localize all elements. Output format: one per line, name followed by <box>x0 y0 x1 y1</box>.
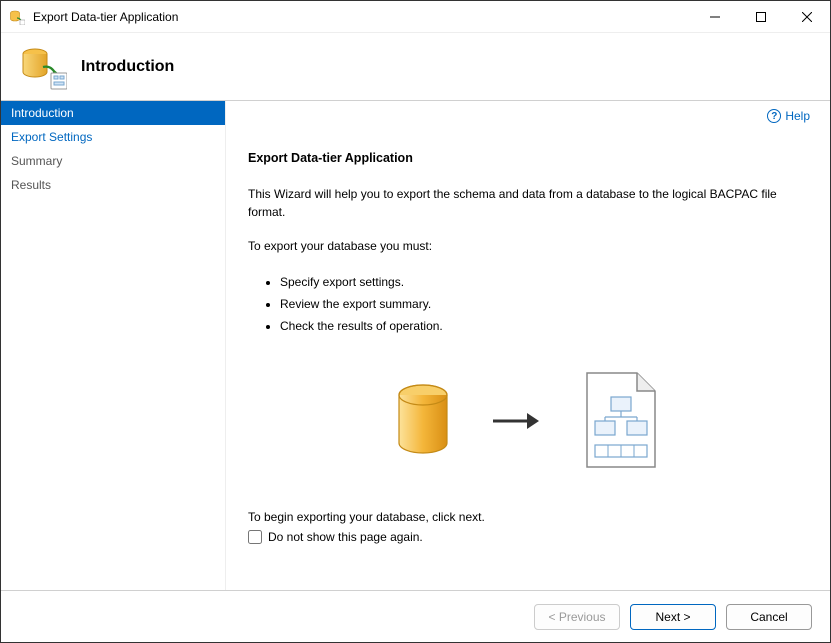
minimize-button[interactable] <box>692 1 738 33</box>
dont-show-again-checkbox[interactable] <box>248 530 262 544</box>
cancel-button[interactable]: Cancel <box>726 604 812 630</box>
header-icon <box>19 43 67 91</box>
illustration <box>248 371 808 474</box>
window-controls <box>692 1 830 33</box>
page-title: Introduction <box>81 58 174 76</box>
content-heading: Export Data-tier Application <box>248 151 808 165</box>
wizard-header: Introduction <box>1 33 830 101</box>
previous-button: < Previous <box>534 604 620 630</box>
help-icon: ? <box>767 109 781 123</box>
wizard-nav: Introduction Export Settings Summary Res… <box>1 101 226 590</box>
nav-item-summary[interactable]: Summary <box>1 149 225 173</box>
list-item: Review the export summary. <box>280 297 808 311</box>
help-label: Help <box>785 109 810 123</box>
window-title: Export Data-tier Application <box>33 10 692 24</box>
maximize-button[interactable] <box>738 1 784 33</box>
next-button[interactable]: Next > <box>630 604 716 630</box>
nav-item-results[interactable]: Results <box>1 173 225 197</box>
database-icon <box>395 383 451 462</box>
dont-show-again-label: Do not show this page again. <box>268 530 423 544</box>
arrow-right-icon <box>491 411 541 434</box>
nav-item-introduction[interactable]: Introduction <box>1 101 225 125</box>
list-item: Check the results of operation. <box>280 319 808 333</box>
wizard-footer: < Previous Next > Cancel <box>1 590 830 642</box>
content-description: This Wizard will help you to export the … <box>248 185 808 221</box>
begin-text: To begin exporting your database, click … <box>248 510 808 524</box>
help-link[interactable]: ? Help <box>767 109 810 123</box>
list-item: Specify export settings. <box>280 275 808 289</box>
wizard-content: ? Help Export Data-tier Application This… <box>226 101 830 590</box>
titlebar: Export Data-tier Application <box>1 1 830 33</box>
steps-list: Specify export settings. Review the expo… <box>280 267 808 341</box>
app-icon <box>9 9 25 25</box>
dont-show-again-row[interactable]: Do not show this page again. <box>248 530 808 544</box>
content-lead: To export your database you must: <box>248 237 808 255</box>
bacpac-file-icon <box>581 371 661 474</box>
nav-item-export-settings[interactable]: Export Settings <box>1 125 225 149</box>
close-button[interactable] <box>784 1 830 33</box>
wizard-body: Introduction Export Settings Summary Res… <box>1 101 830 590</box>
